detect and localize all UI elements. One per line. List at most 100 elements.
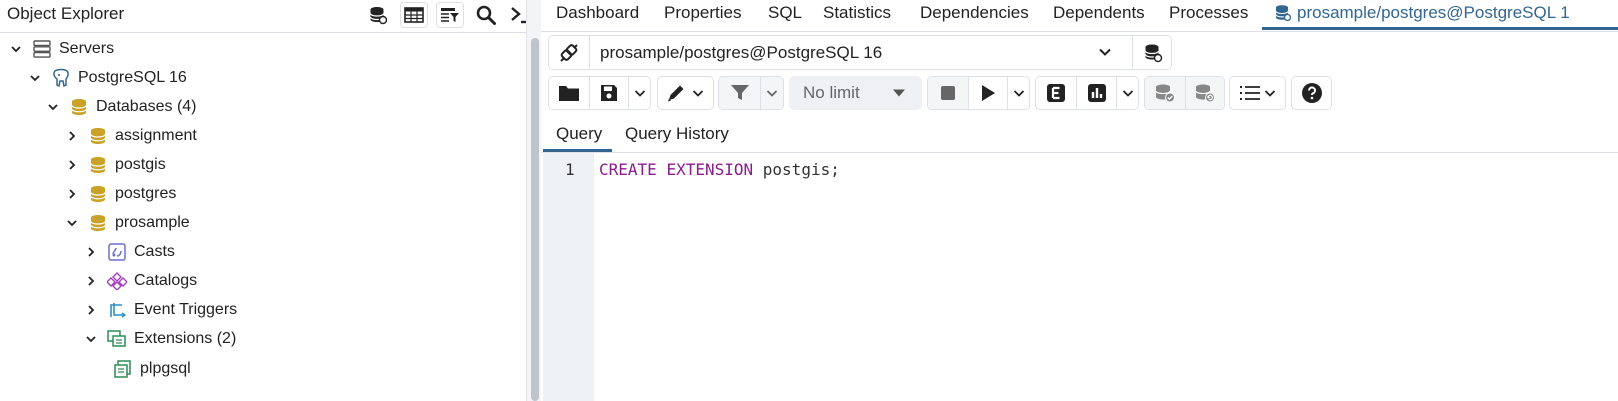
tree-item-databases[interactable]: Databases (4) xyxy=(45,94,197,120)
tree-item-event-triggers[interactable]: Event Triggers xyxy=(83,297,237,323)
tree-item-plpgsql[interactable]: plpgsql xyxy=(113,356,191,382)
help-icon xyxy=(1301,83,1322,103)
chevron-down-icon[interactable] xyxy=(45,99,61,115)
explain-button[interactable] xyxy=(1036,77,1076,109)
commit-button[interactable] xyxy=(1145,77,1185,109)
filter-button[interactable] xyxy=(719,77,760,109)
tree-item-postgis[interactable]: postgis xyxy=(64,152,166,178)
tree-item-label: prosample xyxy=(115,214,190,231)
filter-options-dropdown[interactable] xyxy=(760,77,783,109)
tree-item-label: Servers xyxy=(59,40,115,57)
tab-processes[interactable]: Processes xyxy=(1169,3,1248,23)
sql-editor[interactable]: CREATE EXTENSION postgis; xyxy=(599,160,840,179)
tree-item-catalogs[interactable]: Catalogs xyxy=(83,268,197,294)
tab-dependencies[interactable]: Dependencies xyxy=(920,3,1029,23)
open-file-button[interactable] xyxy=(549,77,589,109)
chevron-down-icon[interactable] xyxy=(64,215,80,231)
active-query-tab-indicator xyxy=(543,149,612,152)
transaction-toolbar-group xyxy=(1144,76,1225,110)
tree-item-servers[interactable]: Servers xyxy=(8,36,114,62)
tab-dashboard[interactable]: Dashboard xyxy=(556,3,639,23)
filter-toolbar-group xyxy=(718,76,784,110)
tab-properties[interactable]: Properties xyxy=(664,3,741,23)
list-icon xyxy=(1239,86,1260,100)
object-explorer-title: Object Explorer xyxy=(7,4,125,23)
save-file-button[interactable] xyxy=(589,77,628,109)
chevron-right-icon[interactable] xyxy=(64,128,80,144)
filtered-rows-button[interactable] xyxy=(436,2,464,28)
tab-sql[interactable]: SQL xyxy=(768,3,802,23)
view-data-button[interactable] xyxy=(400,2,428,28)
tab-statistics[interactable]: Statistics xyxy=(823,3,891,23)
caret-down-icon xyxy=(892,88,906,98)
search-icon xyxy=(476,5,496,25)
rollback-button[interactable] xyxy=(1185,77,1224,109)
line-number: 1 xyxy=(565,160,575,179)
chevron-right-icon[interactable] xyxy=(83,273,99,289)
active-tab-indicator xyxy=(1262,27,1618,30)
search-objects-button[interactable] xyxy=(472,2,500,28)
row-limit-value: No limit xyxy=(803,83,860,102)
help-toolbar-group[interactable] xyxy=(1291,76,1332,110)
chevron-right-icon[interactable] xyxy=(64,186,80,202)
chevron-down-icon[interactable] xyxy=(1097,44,1113,60)
tree-item-postgresql-16[interactable]: PostgreSQL 16 xyxy=(27,65,187,91)
database-icon xyxy=(88,155,108,175)
explain-options-dropdown[interactable] xyxy=(1116,77,1138,109)
chevron-down-icon xyxy=(1122,90,1133,97)
new-connection-button[interactable] xyxy=(1132,36,1173,69)
chevron-right-icon[interactable] xyxy=(83,302,99,318)
explain-analyze-button[interactable] xyxy=(1076,77,1116,109)
tree-item-postgres[interactable]: postgres xyxy=(64,181,176,207)
tab-dependents[interactable]: Dependents xyxy=(1053,3,1145,23)
edit-options-button[interactable] xyxy=(658,77,713,109)
connection-value: prosample/postgres@PostgreSQL 16 xyxy=(600,43,883,62)
query-tool-db-button[interactable] xyxy=(364,2,392,28)
chevron-right-icon[interactable] xyxy=(64,157,80,173)
file-toolbar-group xyxy=(548,76,651,110)
tab-query-history[interactable]: Query History xyxy=(625,124,729,144)
sql-keyword: EXTENSION xyxy=(666,160,754,179)
row-limit-select[interactable]: No limit xyxy=(789,76,922,110)
chevron-right-icon[interactable] xyxy=(83,244,99,260)
tree-item-label: Databases (4) xyxy=(96,98,197,115)
tree-item-casts[interactable]: Casts xyxy=(83,239,175,265)
macros-toolbar-group[interactable] xyxy=(1229,76,1286,110)
connection-selector[interactable]: prosample/postgres@PostgreSQL 16 xyxy=(548,35,1172,70)
edit-toolbar-group[interactable] xyxy=(657,76,714,110)
database-icon xyxy=(369,7,388,25)
tree-item-label: postgis xyxy=(115,156,166,173)
chevron-down-icon xyxy=(1264,90,1275,97)
help-button[interactable] xyxy=(1292,77,1331,109)
main-tab-bar: Dashboard Properties SQL Statistics Depe… xyxy=(541,0,1618,32)
chevron-down-icon xyxy=(1013,90,1024,97)
folder-icon xyxy=(559,86,579,101)
execute-query-button[interactable] xyxy=(968,77,1007,109)
macros-button[interactable] xyxy=(1230,77,1285,109)
tree-item-label: Casts xyxy=(134,243,175,260)
tree-item-label: plpgsql xyxy=(140,360,191,377)
tree-item-assignment[interactable]: assignment xyxy=(64,123,197,149)
stop-query-button[interactable] xyxy=(928,77,968,109)
tree-item-extensions[interactable]: Extensions (2) xyxy=(83,326,236,352)
chart-icon xyxy=(1087,84,1106,102)
chevron-down-icon[interactable] xyxy=(83,331,99,347)
editor-gutter xyxy=(543,153,594,401)
tree-item-label: Event Triggers xyxy=(134,301,238,318)
save-options-dropdown[interactable] xyxy=(628,77,650,109)
execute-options-dropdown[interactable] xyxy=(1007,77,1029,109)
sql-identifier: postgis; xyxy=(762,160,840,179)
postgresql-elephant-icon xyxy=(51,68,71,88)
tree-item-prosample[interactable]: prosample xyxy=(64,210,190,236)
chevron-down-icon xyxy=(634,90,645,97)
panel-splitter[interactable] xyxy=(526,0,542,401)
tree-scrollbar-thumb[interactable] xyxy=(531,38,539,401)
tab-query[interactable]: Query xyxy=(556,124,602,144)
chevron-down-icon[interactable] xyxy=(8,41,24,57)
save-icon xyxy=(601,85,617,101)
chevron-down-icon[interactable] xyxy=(27,70,43,86)
tab-query-tool[interactable]: prosample/postgres@PostgreSQL 1 xyxy=(1274,3,1570,23)
connection-status-button[interactable] xyxy=(549,36,590,69)
database-icon xyxy=(88,213,108,233)
object-explorer-header: Object Explorer xyxy=(0,0,540,33)
